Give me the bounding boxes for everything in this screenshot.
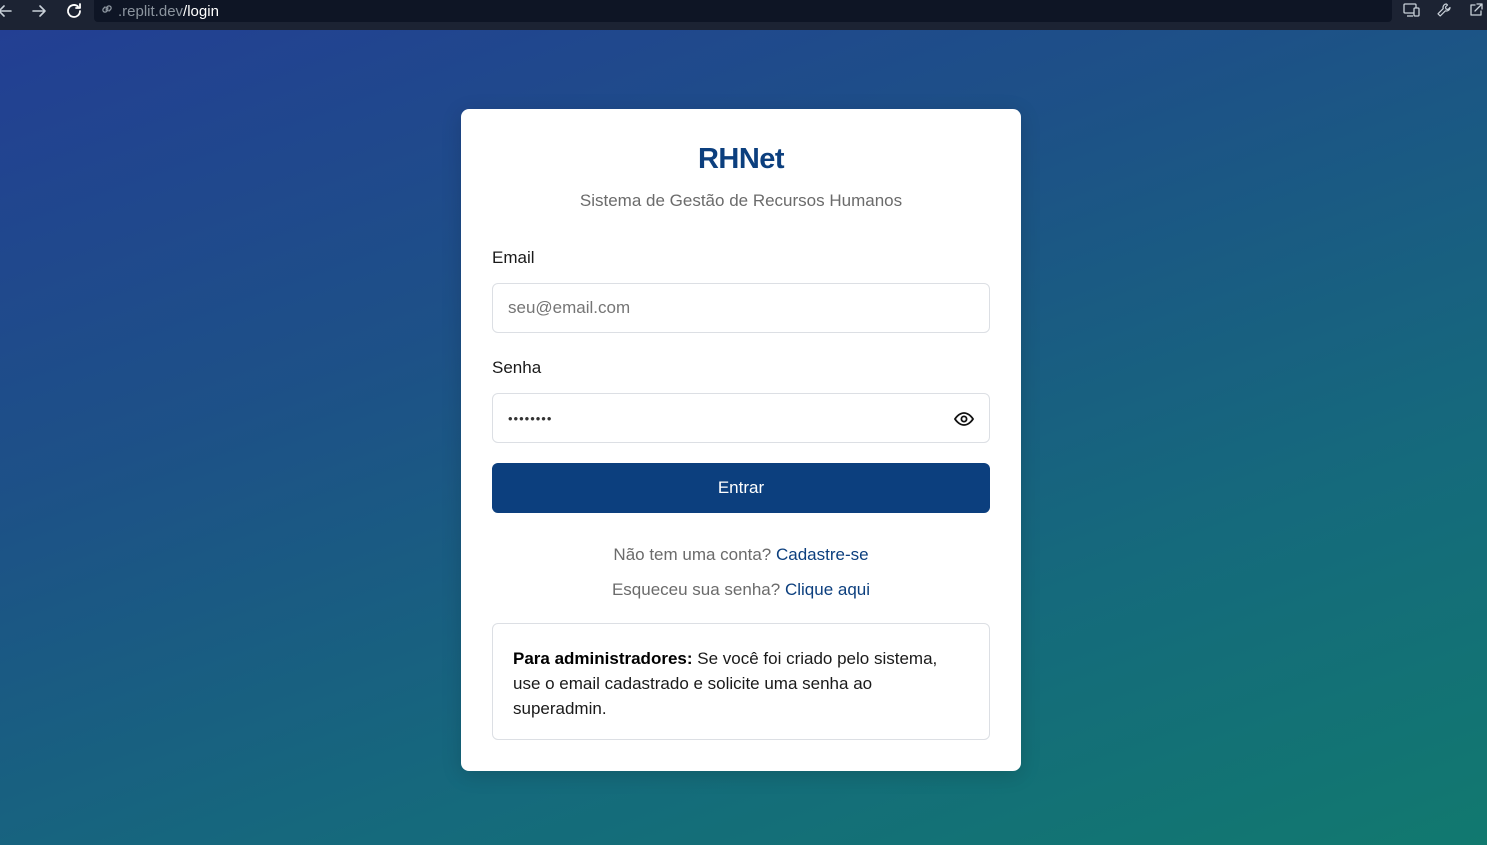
login-button[interactable]: Entrar: [492, 463, 990, 513]
admin-note: Para administradores: Se você foi criado…: [492, 623, 990, 740]
email-placeholder: seu@email.com: [508, 298, 631, 317]
signup-prompt: Não tem uma conta?: [613, 545, 772, 564]
password-field[interactable]: ••••••••: [492, 393, 990, 443]
back-arrow-icon[interactable]: [0, 0, 16, 22]
url-host: .replit.dev: [118, 2, 184, 20]
email-label: Email: [492, 248, 535, 267]
forgot-password-link[interactable]: Clique aqui: [785, 580, 870, 599]
password-value: ••••••••: [508, 410, 553, 426]
browser-toolbar: .replit.dev /login: [0, 0, 1487, 30]
page-background: RHNet Sistema de Gestão de Recursos Huma…: [0, 30, 1487, 845]
login-card: RHNet Sistema de Gestão de Recursos Huma…: [461, 109, 1021, 771]
forgot-prompt: Esqueceu sua senha?: [611, 580, 781, 599]
wrench-icon[interactable]: [1433, 0, 1455, 20]
forgot-password-line: Esqueceu sua senha? Clique aqui: [461, 580, 1021, 600]
signup-line: Não tem uma conta? Cadastre-se: [461, 545, 1021, 565]
admin-note-title: Para administradores:: [513, 649, 693, 668]
eye-icon[interactable]: [953, 408, 975, 430]
app-title: RHNet: [697, 143, 785, 175]
address-bar[interactable]: .replit.dev /login: [94, 0, 1392, 22]
reload-icon[interactable]: [63, 0, 85, 22]
password-label: Senha: [492, 358, 542, 377]
app-subtitle: Sistema de Gestão de Recursos Humanos: [579, 191, 903, 210]
external-link-icon[interactable]: [1465, 0, 1487, 20]
devices-icon[interactable]: [1401, 0, 1423, 20]
signup-link[interactable]: Cadastre-se: [776, 545, 869, 564]
url-path: /login: [183, 2, 219, 20]
link-icon: [100, 2, 114, 20]
forward-arrow-icon[interactable]: [28, 0, 50, 22]
email-field[interactable]: seu@email.com: [492, 283, 990, 333]
